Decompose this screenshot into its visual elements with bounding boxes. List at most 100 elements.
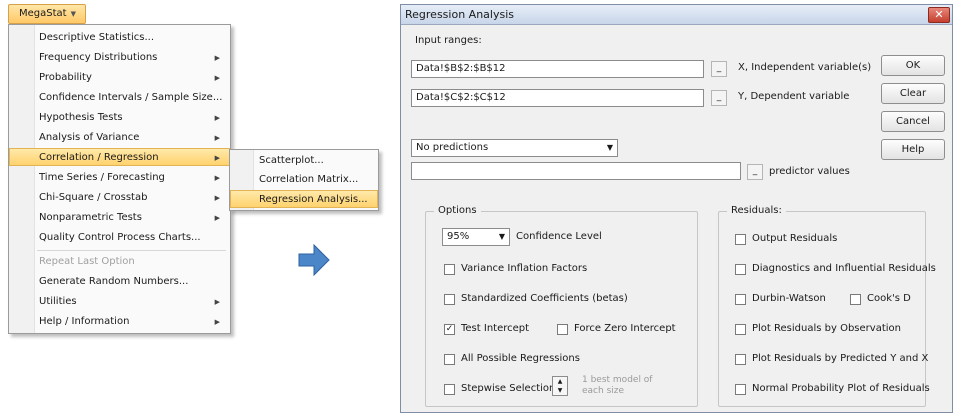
menu-item-label: Frequency Distributions (39, 52, 158, 63)
predictions-select[interactable]: No predictions ▼ (411, 139, 618, 157)
dialog-titlebar: Regression Analysis ✕ (401, 5, 952, 25)
dialog-title: Regression Analysis (405, 8, 514, 21)
diagnostics-label: Diagnostics and Influential Residuals (752, 263, 936, 274)
menu-item-label: Chi-Square / Crosstab (39, 192, 148, 203)
predictor-values-label: predictor values (769, 166, 850, 177)
close-icon[interactable]: ✕ (928, 7, 950, 23)
megastat-dropdown-menu: Descriptive Statistics... Frequency Dist… (8, 24, 231, 334)
test-intercept-checkbox[interactable]: ✓ (444, 324, 455, 335)
submenu-arrow-icon: ▶ (214, 134, 220, 142)
input-ranges-label: Input ranges: (415, 35, 482, 46)
predictor-values-input[interactable] (411, 162, 741, 180)
standardized-coefficients-checkbox[interactable] (444, 294, 455, 305)
menu-item-correlation-regression[interactable]: Correlation / Regression ▶ (9, 148, 230, 166)
menu-item-hypothesis-tests[interactable]: Hypothesis Tests ▶ (10, 109, 229, 127)
durbin-watson-checkbox[interactable] (735, 294, 746, 305)
stepwise-spinner[interactable]: ▲ ▼ (552, 376, 568, 396)
menu-item-analysis-of-variance[interactable]: Analysis of Variance ▶ (10, 129, 229, 147)
chevron-down-icon: ▼ (498, 232, 505, 241)
all-possible-regressions-checkbox[interactable] (444, 354, 455, 365)
menu-item-label: Utilities (39, 296, 77, 307)
right-arrow-icon (298, 243, 330, 277)
stepwise-selection-label: Stepwise Selection (461, 383, 556, 394)
cancel-button[interactable]: Cancel (881, 111, 945, 132)
force-zero-intercept-label: Force Zero Intercept (574, 323, 676, 334)
submenu-arrow-icon: ▶ (214, 54, 220, 62)
megastat-label: MegaStat (19, 8, 67, 19)
options-group-title: Options (434, 205, 481, 216)
test-intercept-label: Test Intercept (461, 323, 530, 334)
plot-residuals-predicted-checkbox[interactable] (735, 354, 746, 365)
diagnostics-checkbox[interactable] (735, 264, 746, 275)
stepwise-note-1: 1 best model of (582, 375, 653, 385)
cooks-d-checkbox[interactable] (850, 294, 861, 305)
confidence-level-select[interactable]: 95% ▼ (442, 228, 510, 246)
stepwise-selection-checkbox[interactable] (444, 384, 455, 395)
menu-item-label: Quality Control Process Charts... (39, 232, 201, 243)
all-possible-regressions-label: All Possible Regressions (461, 353, 580, 364)
confidence-level-value: 95% (447, 231, 470, 242)
range-select-icon[interactable]: _ (711, 90, 727, 106)
confidence-level-label: Confidence Level (516, 231, 602, 242)
residuals-group-title: Residuals: (727, 205, 786, 216)
menu-item-utilities[interactable]: Utilities ▶ (10, 293, 229, 311)
submenu-arrow-icon: ▶ (214, 74, 220, 82)
help-button[interactable]: Help (881, 139, 945, 160)
menu-item-label: Analysis of Variance (39, 132, 140, 143)
clear-button[interactable]: Clear (881, 83, 945, 104)
chevron-down-icon: ▼ (70, 10, 76, 18)
predictions-select-value: No predictions (416, 142, 489, 153)
menu-separator (37, 250, 226, 251)
menu-item-repeat-last-option: Repeat Last Option (10, 253, 229, 271)
submenu-item-regression-analysis[interactable]: Regression Analysis... (230, 190, 378, 208)
y-variable-label: Y, Dependent variable (738, 91, 850, 102)
menu-item-generate-random-numbers[interactable]: Generate Random Numbers... (10, 273, 229, 291)
x-variable-label: X, Independent variable(s) (738, 62, 872, 73)
stepwise-note-2: each size (582, 386, 625, 396)
menu-item-label: Hypothesis Tests (39, 112, 123, 123)
normal-probability-plot-checkbox[interactable] (735, 384, 746, 395)
standardized-coefficients-label: Standardized Coefficients (betas) (461, 293, 628, 304)
submenu-item-scatterplot[interactable]: Scatterplot... (231, 152, 377, 170)
regression-analysis-dialog: Regression Analysis ✕ Input ranges: Data… (400, 4, 953, 413)
submenu-arrow-icon: ▶ (214, 298, 220, 306)
output-residuals-checkbox[interactable] (735, 234, 746, 245)
range-select-icon[interactable]: _ (711, 61, 727, 77)
options-group: Options 95% ▼ Confidence Level Variance … (425, 205, 698, 407)
range-select-icon[interactable]: _ (747, 164, 763, 180)
y-range-input[interactable]: Data!$C$2:$C$12 (411, 89, 704, 107)
menu-item-label: Nonparametric Tests (39, 212, 142, 223)
plot-residuals-observation-checkbox[interactable] (735, 324, 746, 335)
residuals-group: Residuals: Output Residuals Diagnostics … (718, 205, 936, 407)
menu-item-label: Regression Analysis... (259, 194, 368, 205)
x-range-input[interactable]: Data!$B$2:$B$12 (411, 60, 704, 78)
menu-item-frequency-distributions[interactable]: Frequency Distributions ▶ (10, 49, 229, 67)
menu-item-chi-square[interactable]: Chi-Square / Crosstab ▶ (10, 189, 229, 207)
output-residuals-label: Output Residuals (752, 233, 838, 244)
menu-item-time-series[interactable]: Time Series / Forecasting ▶ (10, 169, 229, 187)
submenu-arrow-icon: ▶ (214, 114, 220, 122)
menu-item-label: Generate Random Numbers... (39, 276, 189, 287)
menu-item-label: Scatterplot... (259, 155, 324, 166)
menu-item-label: Descriptive Statistics... (39, 32, 154, 43)
normal-probability-plot-label: Normal Probability Plot of Residuals (752, 383, 930, 394)
menu-item-help-information[interactable]: Help / Information ▶ (10, 313, 229, 331)
menu-item-label: Probability (39, 72, 92, 83)
vif-label: Variance Inflation Factors (461, 263, 588, 274)
menu-item-nonparametric-tests[interactable]: Nonparametric Tests ▶ (10, 209, 229, 227)
menu-item-descriptive-statistics[interactable]: Descriptive Statistics... (10, 29, 229, 47)
menu-item-confidence-intervals[interactable]: Confidence Intervals / Sample Size... (10, 89, 229, 107)
menu-item-label: Confidence Intervals / Sample Size... (39, 92, 223, 103)
ok-button[interactable]: OK (881, 55, 945, 76)
submenu-item-correlation-matrix[interactable]: Correlation Matrix... (231, 171, 377, 189)
correlation-regression-submenu: Scatterplot... Correlation Matrix... Reg… (229, 149, 379, 211)
vif-checkbox[interactable] (444, 264, 455, 275)
cooks-d-label: Cook's D (867, 293, 911, 304)
submenu-arrow-icon: ▶ (214, 214, 220, 222)
menu-item-probability[interactable]: Probability ▶ (10, 69, 229, 87)
menu-item-quality-control[interactable]: Quality Control Process Charts... (10, 229, 229, 247)
megastat-menu-button[interactable]: MegaStat ▼ (8, 4, 86, 24)
menu-item-label: Help / Information (39, 316, 130, 327)
force-zero-intercept-checkbox[interactable] (557, 324, 568, 335)
submenu-arrow-icon: ▶ (214, 318, 220, 326)
